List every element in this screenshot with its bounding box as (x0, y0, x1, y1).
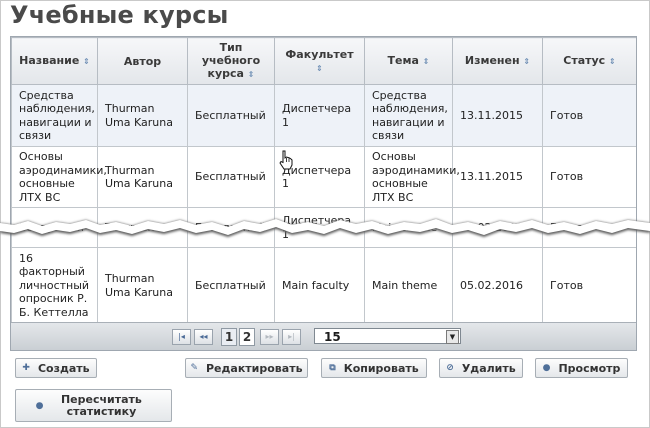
recalc-stats-button[interactable]: ● Пересчитать статистику (15, 389, 172, 422)
torn-edge-separator (0, 219, 650, 237)
cell-name: Основы аэродинамики, основные ЛТХ ВС (11, 146, 107, 208)
info-icon: ● (542, 363, 551, 373)
cell-status: Готов (542, 146, 636, 208)
cell-modified: 13.11.2015 (452, 84, 543, 147)
cell-theme: Основы аэродинамики, основные ЛТХ ВС (364, 146, 460, 208)
sort-arrows-icon: ⇕ (422, 57, 430, 66)
page-1-button[interactable]: 1 (221, 328, 237, 346)
delete-icon: ⊘ (446, 363, 454, 373)
cell-name: Средства наблюдения, навигации и связи (11, 84, 98, 147)
dropdown-arrow-icon[interactable]: ▼ (446, 330, 459, 344)
column-header-modified[interactable]: Изменен ⇕ (452, 37, 543, 85)
cell-theme: Средства наблюдения, навигации и связи (364, 84, 453, 147)
edit-button[interactable]: ✎ Редактировать (185, 358, 308, 378)
last-page-icon[interactable]: ▸| (282, 329, 301, 345)
column-header-author[interactable]: Автор (97, 37, 188, 85)
page-size-value: 15 (324, 330, 341, 344)
table-row[interactable]: Средства наблюдения, навигации и связи T… (11, 84, 636, 147)
cell-author: Thurman Uma Karuna (97, 84, 188, 147)
table-header-row: Название ⇕ Автор Тип учебного курса ⇕ Фа… (11, 37, 636, 85)
cell-status: Готов (542, 247, 636, 324)
courses-grid: Название ⇕ Автор Тип учебного курса ⇕ Фа… (10, 36, 637, 351)
hand-cursor-icon (279, 150, 293, 170)
cell-modified: 05.02.2016 (452, 247, 543, 324)
first-page-icon[interactable]: |◂ (172, 329, 191, 345)
cell-modified: 13.11.2015 (452, 146, 543, 208)
copy-button[interactable]: ⧉ Копировать (321, 358, 427, 378)
delete-button[interactable]: ⊘ Удалить (439, 358, 523, 378)
table-row[interactable]: Основы аэродинамики, основные ЛТХ ВС Thu… (11, 146, 636, 208)
cell-type: Бесплатный (187, 247, 275, 324)
create-button[interactable]: ✚ Создать (15, 358, 97, 378)
cell-faculty: Диспетчера 1 (274, 84, 365, 147)
column-header-faculty[interactable]: Факультет ⇕ (274, 37, 365, 85)
plus-icon: ✚ (22, 363, 30, 373)
cell-name: 16 факторный личностный опросник Р. Б. К… (11, 247, 98, 324)
column-header-type[interactable]: Тип учебного курса ⇕ (187, 37, 275, 85)
prev-page-icon[interactable]: ◂◂ (194, 329, 213, 345)
cell-theme: Main theme (364, 247, 453, 324)
view-button[interactable]: ● Просмотр (535, 358, 628, 378)
sort-arrows-icon: ⇕ (316, 63, 323, 73)
table-row[interactable]: 16 факторный личностный опросник Р. Б. К… (11, 247, 636, 324)
page-2-button[interactable]: 2 (239, 328, 255, 346)
sort-arrows-icon: ⇕ (83, 57, 90, 66)
cell-type: Бесплатный (187, 84, 275, 147)
page-title: Учебные курсы (10, 1, 229, 29)
pencil-icon: ✎ (190, 363, 198, 373)
sort-arrows-icon: ⇕ (609, 57, 616, 66)
courses-table: Название ⇕ Автор Тип учебного курса ⇕ Фа… (11, 37, 636, 324)
sort-arrows-icon: ⇕ (523, 57, 531, 66)
cell-author: Thurman Uma Karuna (97, 247, 188, 324)
cell-faculty: Main faculty (274, 247, 365, 324)
column-header-name[interactable]: Название ⇕ (11, 37, 98, 85)
sort-arrows-icon: ⇕ (247, 70, 255, 79)
column-header-theme[interactable]: Тема ⇕ (364, 37, 453, 85)
page-size-select[interactable]: 15 ▼ (314, 328, 461, 344)
info-icon: ● (35, 400, 44, 411)
column-header-status[interactable]: Статус ⇕ (542, 37, 636, 85)
copy-icon: ⧉ (329, 363, 336, 373)
next-page-icon[interactable]: ▸▸ (260, 329, 279, 345)
pager-bar: |◂ ◂◂ 1 2 ▸▸ ▸| 15 ▼ (11, 322, 636, 350)
cell-type: Бесплатный (187, 146, 275, 208)
cell-status: Готов (542, 84, 636, 147)
cell-author: Thurman Uma Karuna (97, 146, 188, 208)
